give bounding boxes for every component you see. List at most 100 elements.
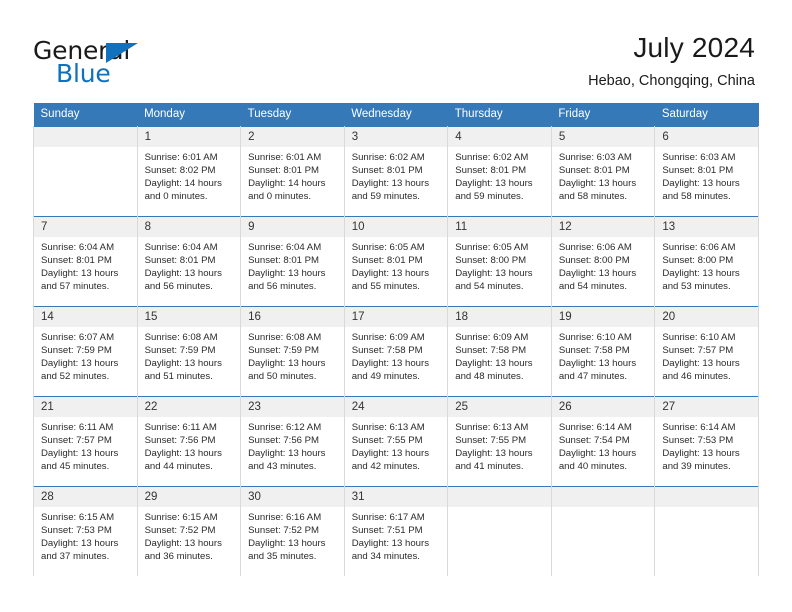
location-subtitle: Hebao, Chongqing, China [588,73,755,89]
day-details: Sunrise: 6:01 AM Sunset: 8:02 PM Daylight:… [138,147,241,204]
calendar-day-cell[interactable]: 6 Sunrise: 6:03 AM Sunset: 8:01 PM Daylight… [654,125,759,217]
calendar-day-cell[interactable]: 7 Sunrise: 6:04 AM Sunset: 8:01 PM Daylight… [33,215,138,307]
calendar-day-cell[interactable]: 12 Sunrise: 6:06 AM Sunset: 8:00 PM Dayligh… [550,215,656,307]
calendar-day-cell[interactable]: 25 Sunrise: 6:13 AM Sunset: 7:55 PM Dayligh… [447,395,552,487]
calendar-week-row: 14 Sunrise: 6:07 AM Sunset: 7:59 PM Dayligh… [33,305,759,397]
calendar-head: Sunday Monday Tuesday Wednesday Thursday… [33,103,759,127]
calendar-day-cell[interactable]: 23 Sunrise: 6:12 AM Sunset: 7:56 PM Dayligh… [240,395,345,487]
calendar-day-cell[interactable]: 20 Sunrise: 6:10 AM Sunset: 7:57 PM Dayligh… [654,305,759,397]
calendar-day-cell[interactable]: 16 Sunrise: 6:08 AM Sunset: 7:59 PM Dayligh… [240,305,345,397]
calendar-day-cell[interactable]: 21 Sunrise: 6:11 AM Sunset: 7:57 PM Dayligh… [33,395,138,487]
general-blue-logo[interactable]: General Blue [33,38,243,86]
daylight-text-line2: and 59 minutes. [455,191,524,203]
sunrise-text: Sunrise: 6:08 AM [248,331,322,343]
day-details: Sunrise: 6:05 AM Sunset: 8:01 PM Daylight:… [345,237,448,294]
sunrise-text: Sunrise: 6:04 AM [248,241,322,253]
calendar-day-cell[interactable]: 15 Sunrise: 6:08 AM Sunset: 7:59 PM Dayligh… [136,305,242,397]
calendar-day-cell[interactable]: 18 Sunrise: 6:09 AM Sunset: 7:58 PM Dayligh… [447,305,552,397]
sunset-text: Sunset: 7:58 PM [558,344,630,356]
day-details: Sunrise: 6:14 AM Sunset: 7:53 PM Daylight:… [655,417,758,474]
day-details: Sunrise: 6:09 AM Sunset: 7:58 PM Daylight:… [448,327,551,384]
day-details: Sunrise: 6:07 AM Sunset: 7:59 PM Daylight:… [34,327,137,384]
calendar-day-cell[interactable]: 2 Sunrise: 6:01 AM Sunset: 8:01 PM Daylight… [240,125,345,217]
daylight-text-line2: and 58 minutes. [662,191,731,203]
day-number: 27 [655,396,758,417]
calendar-day-cell[interactable]: 14 Sunrise: 6:07 AM Sunset: 7:59 PM Dayligh… [33,305,138,397]
calendar-container: Sunday Monday Tuesday Wednesday Thursday… [33,103,759,577]
daylight-text-line1: Daylight: 13 hours [248,268,326,280]
day-details: Sunrise: 6:11 AM Sunset: 7:56 PM Daylight:… [138,417,241,474]
sunrise-text: Sunrise: 6:06 AM [662,241,736,253]
sunset-text: Sunset: 7:58 PM [455,344,527,356]
page-title: July 2024 [633,32,755,63]
calendar-day-cell[interactable]: 27 Sunrise: 6:14 AM Sunset: 7:53 PM Dayligh… [654,395,759,487]
daylight-text-line2: and 0 minutes. [144,191,208,203]
calendar-day-cell[interactable]: 8 Sunrise: 6:04 AM Sunset: 8:01 PM Daylight… [136,215,242,307]
calendar-day-cell[interactable]: 24 Sunrise: 6:13 AM Sunset: 7:55 PM Dayligh… [343,395,449,487]
day-number: 29 [137,486,241,507]
calendar-day-cell[interactable]: 22 Sunrise: 6:11 AM Sunset: 7:56 PM Dayligh… [136,395,242,487]
daylight-text-line1: Daylight: 14 hours [248,178,326,190]
calendar-day-cell[interactable]: 29 Sunrise: 6:15 AM Sunset: 7:52 PM Dayligh… [136,485,242,577]
daylight-text-line2: and 56 minutes. [144,281,213,293]
calendar-day-cell[interactable]: 9 Sunrise: 6:04 AM Sunset: 8:01 PM Daylight… [240,215,345,307]
sunset-text: Sunset: 8:01 PM [662,164,734,176]
day-details: Sunrise: 6:03 AM Sunset: 8:01 PM Daylight:… [655,147,758,204]
daylight-text-line2: and 39 minutes. [662,461,731,473]
day-number [448,486,551,507]
day-details: Sunrise: 6:15 AM Sunset: 7:53 PM Daylight:… [34,507,137,564]
day-details: Sunrise: 6:16 AM Sunset: 7:52 PM Daylight:… [241,507,344,564]
calendar-day-cell[interactable]: 28 Sunrise: 6:15 AM Sunset: 7:53 PM Dayligh… [33,485,138,577]
day-details: Sunrise: 6:09 AM Sunset: 7:58 PM Daylight:… [345,327,448,384]
daylight-text-line1: Daylight: 13 hours [351,178,430,190]
weekday-header-sunday: Sunday [33,103,138,127]
day-number: 24 [344,396,448,417]
daylight-text-line1: Daylight: 13 hours [558,358,637,370]
weekday-header-wednesday: Wednesday [344,103,448,127]
sunset-text: Sunset: 7:59 PM [144,344,216,356]
day-details: Sunrise: 6:04 AM Sunset: 8:01 PM Daylight:… [241,237,344,294]
calendar-day-cell[interactable]: 3 Sunrise: 6:02 AM Sunset: 8:01 PM Daylight… [343,125,449,217]
calendar-day-cell[interactable]: 31 Sunrise: 6:17 AM Sunset: 7:51 PM Dayligh… [343,485,449,577]
calendar-page: General Blue July 2024 Hebao, Chongqing,… [0,0,792,612]
daylight-text-line2: and 51 minutes. [144,371,213,383]
daylight-text-line2: and 36 minutes. [144,551,213,563]
calendar-day-cell[interactable]: 13 Sunrise: 6:06 AM Sunset: 8:00 PM Dayligh… [654,215,759,307]
daylight-text-line1: Daylight: 13 hours [144,358,222,370]
calendar-day-cell[interactable]: 17 Sunrise: 6:09 AM Sunset: 7:58 PM Dayligh… [343,305,449,397]
sunrise-text: Sunrise: 6:13 AM [351,421,425,433]
day-number: 17 [344,306,448,327]
daylight-text-line2: and 40 minutes. [558,461,628,473]
day-details: Sunrise: 6:03 AM Sunset: 8:01 PM Daylight:… [552,147,655,204]
daylight-text-line2: and 34 minutes. [351,551,420,563]
calendar-day-cell[interactable]: 5 Sunrise: 6:03 AM Sunset: 8:01 PM Daylight… [550,125,656,217]
calendar-day-cell[interactable]: 30 Sunrise: 6:16 AM Sunset: 7:52 PM Dayligh… [240,485,345,577]
calendar-day-cell[interactable]: 10 Sunrise: 6:05 AM Sunset: 8:01 PM Dayligh… [343,215,449,307]
sunset-text: Sunset: 8:01 PM [248,254,320,266]
calendar-day-cell[interactable]: 26 Sunrise: 6:14 AM Sunset: 7:54 PM Dayligh… [550,395,656,487]
calendar-day-cell[interactable]: 4 Sunrise: 6:02 AM Sunset: 8:01 PM Daylight… [447,125,552,217]
day-details: Sunrise: 6:11 AM Sunset: 7:57 PM Daylight:… [34,417,137,474]
daylight-text-line2: and 48 minutes. [455,371,524,383]
day-details: Sunrise: 6:15 AM Sunset: 7:52 PM Daylight:… [138,507,241,564]
daylight-text-line1: Daylight: 13 hours [662,448,740,460]
daylight-text-line2: and 57 minutes. [41,281,110,293]
daylight-text-line1: Daylight: 13 hours [351,358,430,370]
day-details: Sunrise: 6:04 AM Sunset: 8:01 PM Daylight:… [138,237,241,294]
calendar-day-cell[interactable]: 1 Sunrise: 6:01 AM Sunset: 8:02 PM Daylight… [136,125,242,217]
day-number: 25 [448,396,551,417]
calendar-day-cell[interactable]: 19 Sunrise: 6:10 AM Sunset: 7:58 PM Dayligh… [550,305,656,397]
sunrise-text: Sunrise: 6:10 AM [558,331,632,343]
calendar-day-cell[interactable]: 11 Sunrise: 6:05 AM Sunset: 8:00 PM Dayligh… [447,215,552,307]
weekday-header-monday: Monday [137,103,241,127]
day-number: 22 [137,396,241,417]
calendar-week-row: 21 Sunrise: 6:11 AM Sunset: 7:57 PM Dayligh… [33,395,759,487]
sunset-text: Sunset: 8:01 PM [41,254,112,266]
sunrise-text: Sunrise: 6:07 AM [41,331,115,343]
day-number: 13 [655,216,758,237]
day-number: 20 [655,306,758,327]
day-number: 5 [551,126,655,147]
sunset-text: Sunset: 8:01 PM [248,164,320,176]
day-number: 8 [137,216,241,237]
daylight-text-line1: Daylight: 13 hours [558,268,637,280]
